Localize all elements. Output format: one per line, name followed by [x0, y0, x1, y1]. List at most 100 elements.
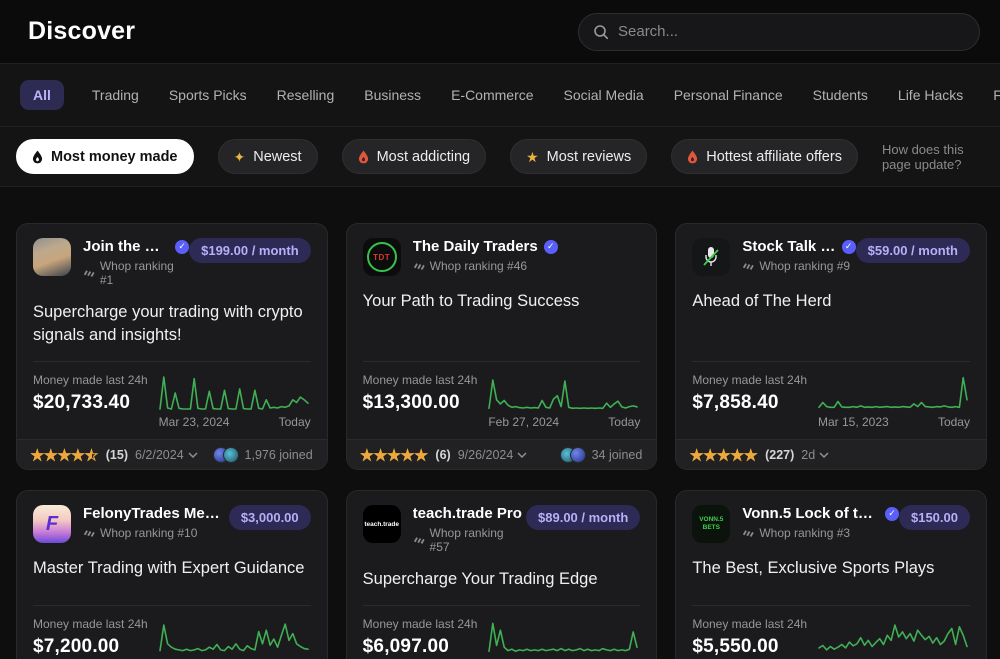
chart-end-date: Today	[279, 415, 311, 429]
money-made-amount: $5,550.00	[692, 636, 818, 658]
chart-end-date: Today	[608, 415, 640, 429]
filter-most-reviews[interactable]: ★ Most reviews	[510, 139, 647, 174]
tab-trading[interactable]: Trading	[90, 80, 141, 110]
listing-title: Vonn.5 Lock of the Day	[742, 505, 879, 522]
divider	[33, 361, 311, 362]
tab-students[interactable]: Students	[811, 80, 870, 110]
revenue-sparkline	[159, 373, 309, 413]
avatar	[33, 238, 71, 276]
star-rating: ★★★★★★★★★★	[690, 448, 758, 462]
whop-ranking: Whop ranking #9	[742, 259, 855, 273]
listing-title: Stock Talk Insiders	[742, 238, 835, 255]
card-footer: ★★★★★★★★★★ (6) 9/26/2024 34 joined	[347, 439, 657, 469]
filter-label: Hottest affiliate offers	[706, 149, 842, 165]
whop-ranking: Whop ranking #57	[413, 526, 526, 554]
search-bar[interactable]	[578, 13, 980, 51]
review-count: (227)	[765, 448, 794, 462]
verified-badge-icon: ✓	[175, 240, 189, 254]
chart-start-date: Feb 27, 2024	[488, 415, 559, 429]
divider	[363, 361, 641, 362]
price-badge: $59.00 / month	[856, 238, 970, 263]
whop-ranking: Whop ranking #10	[83, 526, 229, 540]
tab-fitness[interactable]: Fitness	[991, 80, 1000, 110]
page-update-help-link[interactable]: How does this page update?	[882, 142, 984, 172]
whop-logo-icon	[413, 262, 425, 271]
chart-end-date: Today	[938, 415, 970, 429]
members-joined: 34 joined	[560, 447, 643, 463]
tab-reselling[interactable]: Reselling	[275, 80, 337, 110]
member-avatars	[213, 447, 239, 463]
members-joined: 1,976 joined	[213, 447, 313, 463]
listing-description: The Best, Exclusive Sports Plays	[692, 557, 970, 591]
chevron-down-icon	[819, 452, 829, 458]
listing-card[interactable]: F FelonyTrades Mentorship ✓ Whop ranking…	[16, 490, 328, 659]
sparkle-icon: ✦	[234, 150, 246, 164]
money-made-label: Money made last 24h	[692, 617, 818, 631]
listing-card[interactable]: Join the Miles Hig... ✓ Whop ranking #1 …	[16, 223, 328, 470]
verified-badge-icon: ✓	[544, 240, 558, 254]
review-count: (6)	[435, 448, 450, 462]
money-made-amount: $20,733.40	[33, 392, 159, 414]
whop-logo-icon	[83, 269, 95, 278]
listing-title: teach.trade Pro	[413, 505, 522, 522]
review-date-dropdown[interactable]: 2d	[801, 448, 829, 462]
whop-ranking: Whop ranking #1	[83, 259, 189, 287]
star-rating: ★★★★★★★★★★	[31, 448, 99, 462]
flame-icon	[32, 150, 43, 164]
card-footer: ★★★★★★★★★★ (227) 2d	[676, 439, 986, 469]
whop-logo-icon	[742, 529, 754, 538]
listing-description: Supercharge your trading with crypto sig…	[33, 301, 311, 347]
listing-card[interactable]: TDT The Daily Traders ✓ Whop ranking #46	[346, 223, 658, 470]
revenue-sparkline	[488, 373, 638, 413]
tab-all[interactable]: All	[20, 80, 64, 110]
filter-hottest-affiliate-offers[interactable]: Hottest affiliate offers	[671, 139, 858, 174]
price-badge: $199.00 / month	[189, 238, 311, 263]
listing-description: Your Path to Trading Success	[363, 290, 641, 347]
money-made-label: Money made last 24h	[33, 373, 159, 387]
money-made-label: Money made last 24h	[33, 617, 159, 631]
listing-card[interactable]: Stock Talk Insiders ✓ Whop ranking #9 $5…	[675, 223, 987, 470]
listing-description: Supercharge Your Trading Edge	[363, 568, 641, 591]
listing-title: FelonyTrades Mentorship	[83, 505, 229, 522]
filter-most-addicting[interactable]: Most addicting	[342, 139, 487, 174]
tab-personal-finance[interactable]: Personal Finance	[672, 80, 785, 110]
listing-card[interactable]: VONN.5BETS Vonn.5 Lock of the Day ✓ Whop…	[675, 490, 987, 659]
star-rating: ★★★★★★★★★★	[361, 448, 429, 462]
filter-most-money-made[interactable]: Most money made	[16, 139, 194, 174]
divider	[692, 361, 970, 362]
card-footer: ★★★★★★★★★★ (15) 6/2/2024 1,976 joined	[17, 439, 327, 469]
flame-icon	[358, 150, 369, 164]
money-made-amount: $6,097.00	[363, 636, 489, 658]
filter-label: Most money made	[51, 149, 178, 165]
chevron-down-icon	[517, 452, 527, 458]
avatar	[692, 238, 730, 276]
search-input[interactable]	[618, 23, 965, 40]
listing-title: The Daily Traders	[413, 238, 538, 255]
filter-newest[interactable]: ✦ Newest	[218, 139, 318, 174]
chart-start-date: Mar 15, 2023	[818, 415, 889, 429]
money-made-label: Money made last 24h	[363, 617, 489, 631]
microphone-icon	[701, 245, 721, 269]
divider	[363, 605, 641, 606]
tab-sports-picks[interactable]: Sports Picks	[167, 80, 249, 110]
whop-ranking: Whop ranking #3	[742, 526, 899, 540]
avatar: TDT	[363, 238, 401, 276]
money-made-label: Money made last 24h	[363, 373, 489, 387]
tab-business[interactable]: Business	[362, 80, 423, 110]
listing-card[interactable]: teach.trade teach.trade Pro ✓ Whop ranki…	[346, 490, 658, 659]
review-date-dropdown[interactable]: 6/2/2024	[135, 448, 198, 462]
verified-badge-icon: ✓	[885, 507, 899, 521]
price-badge: $3,000.00	[229, 505, 311, 530]
revenue-sparkline	[818, 373, 968, 413]
filter-label: Most reviews	[547, 149, 632, 165]
tab-social-media[interactable]: Social Media	[562, 80, 646, 110]
search-icon	[593, 24, 609, 40]
tab-e-commerce[interactable]: E-Commerce	[449, 80, 535, 110]
review-date-dropdown[interactable]: 9/26/2024	[458, 448, 528, 462]
whop-ranking: Whop ranking #46	[413, 259, 558, 273]
revenue-sparkline	[818, 617, 968, 657]
whop-logo-icon	[83, 529, 95, 538]
flame-icon	[687, 150, 698, 164]
tab-life-hacks[interactable]: Life Hacks	[896, 80, 965, 110]
money-made-amount: $7,200.00	[33, 636, 159, 658]
